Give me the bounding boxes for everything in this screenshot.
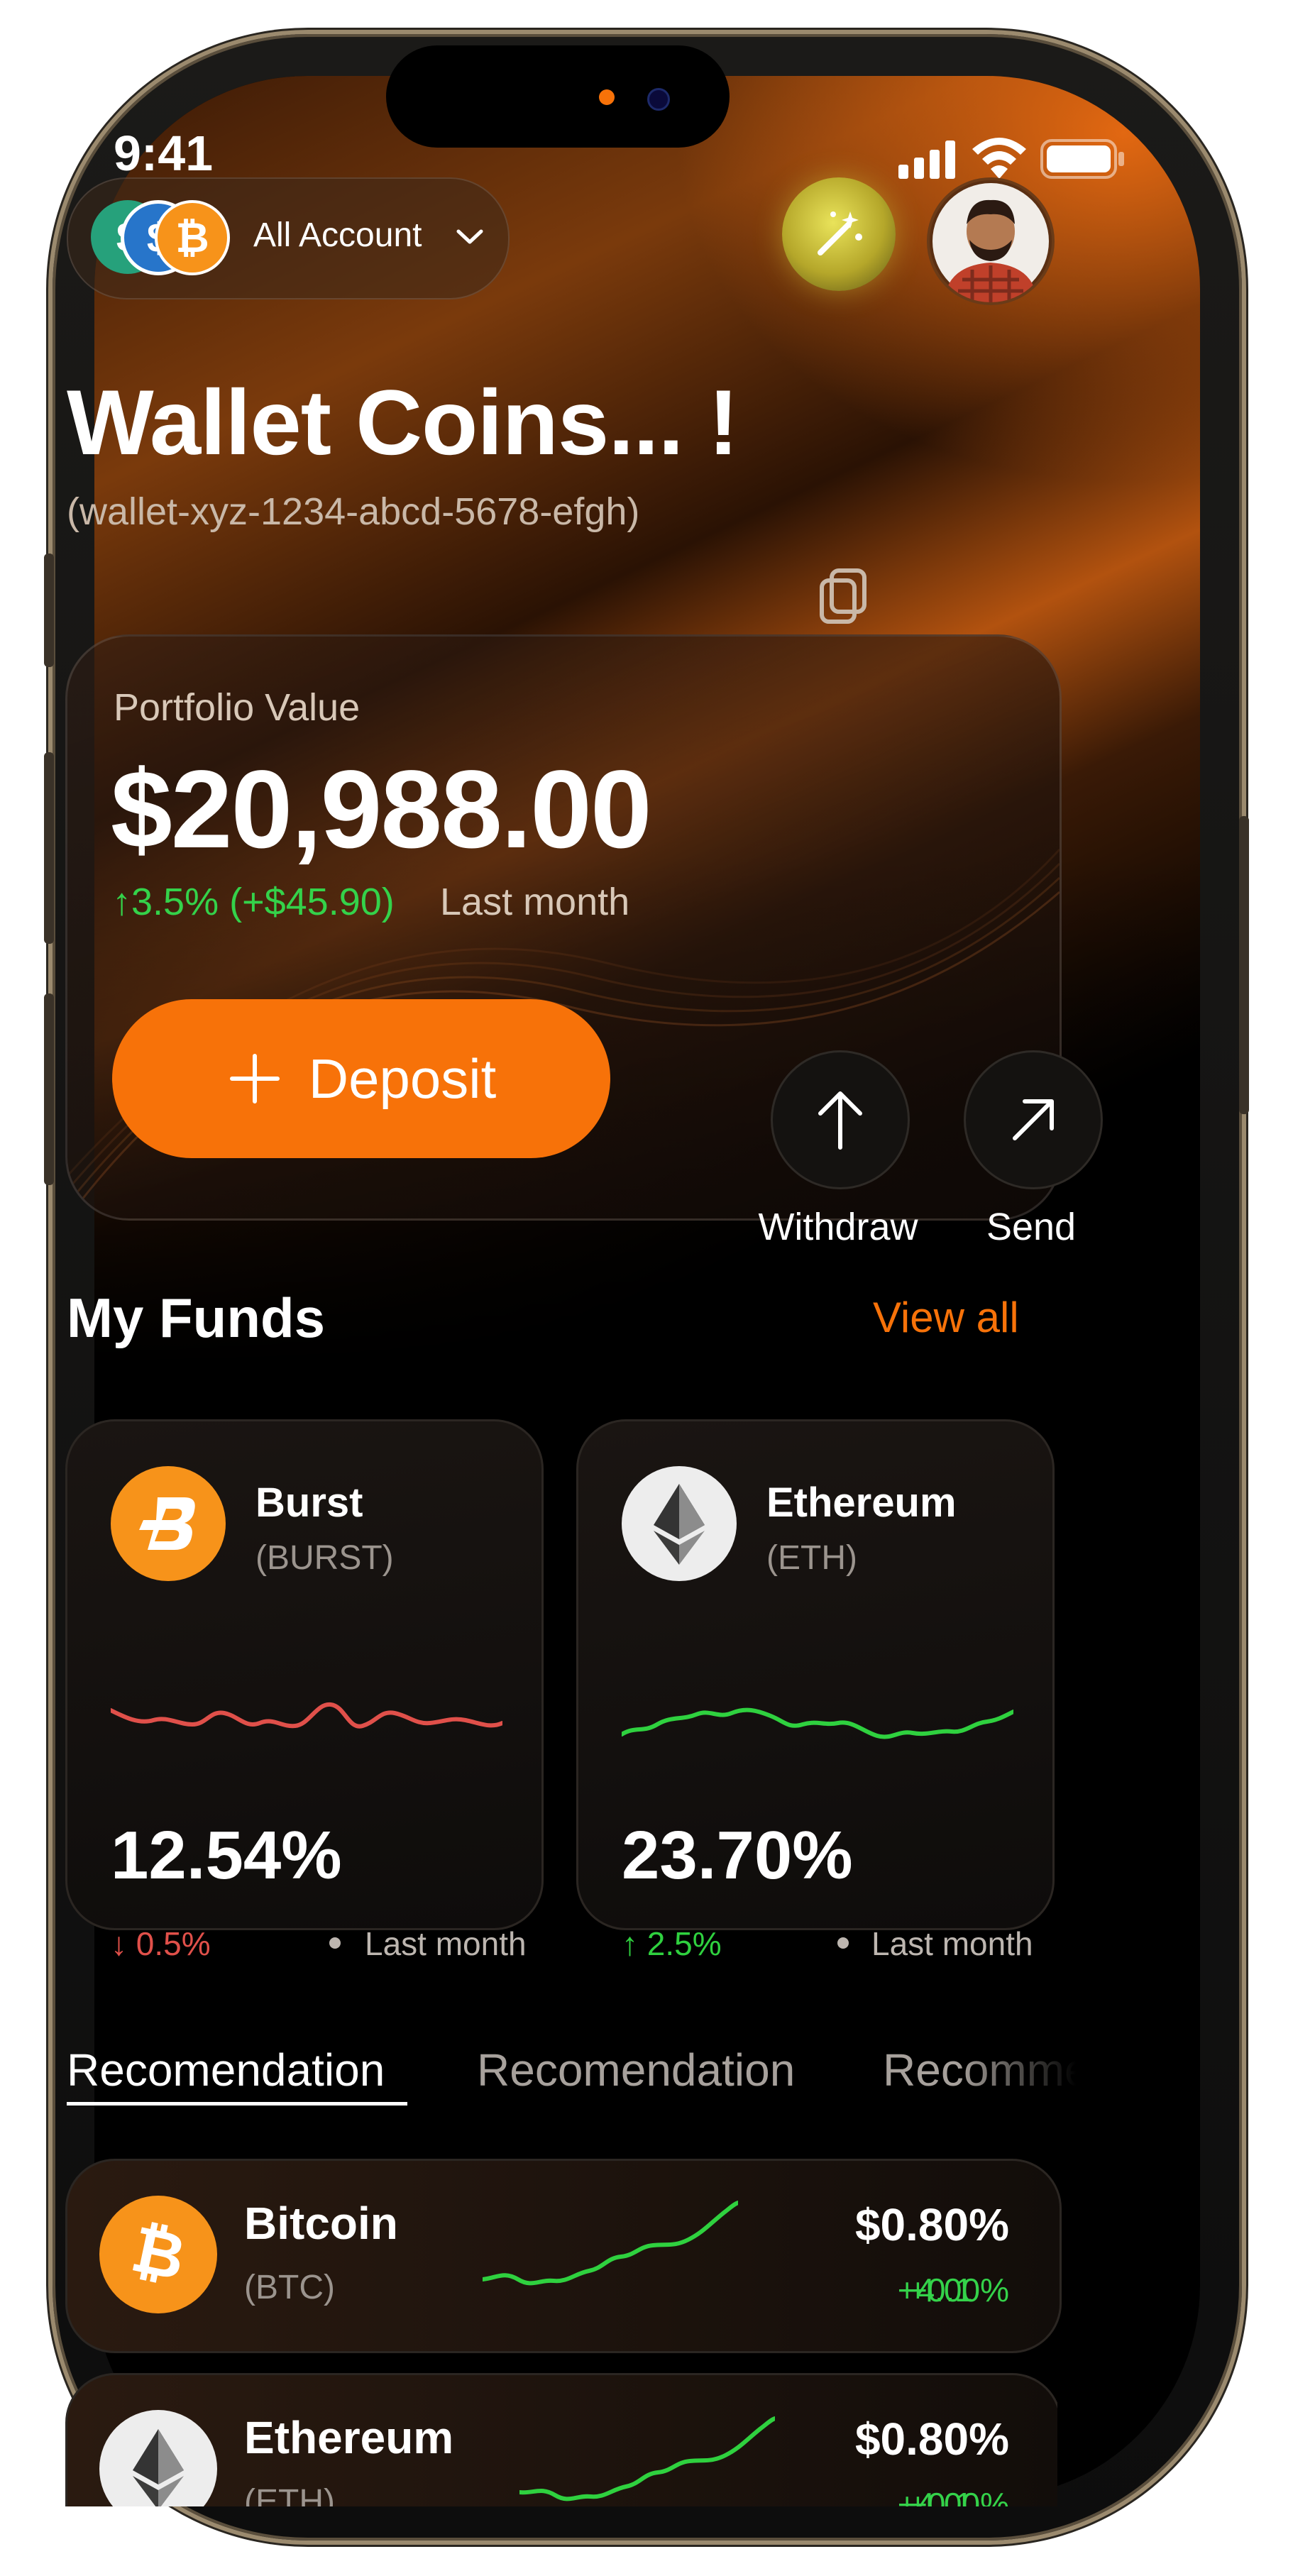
separator-dot bbox=[837, 1937, 849, 1949]
magic-wand-icon bbox=[818, 211, 862, 255]
cellular-signal-icon bbox=[898, 141, 958, 179]
wallet-address: (wallet-xyz-1234-abcd-5678-efgh) bbox=[67, 490, 640, 533]
coin-name: Bitcoin bbox=[244, 2198, 398, 2249]
arrow-up-icon bbox=[818, 1091, 862, 1150]
profile-avatar[interactable] bbox=[927, 177, 1055, 305]
volume-up-button bbox=[44, 752, 54, 944]
ethereum-trend-sparkline bbox=[620, 1689, 1016, 1774]
portfolio-value: $20,988.00 bbox=[111, 748, 652, 871]
deposit-button[interactable]: Deposit bbox=[112, 999, 610, 1158]
privacy-indicator-icon bbox=[599, 89, 615, 105]
withdraw-label: Withdraw bbox=[758, 1206, 918, 1248]
portfolio-label: Portfolio Value bbox=[114, 686, 361, 729]
magic-wand-button[interactable] bbox=[782, 177, 896, 291]
separator-dot bbox=[329, 1937, 341, 1949]
coin-change-abs: +0.1 bbox=[908, 2272, 973, 2308]
portfolio-change: ↑3.5% (+$45.90) bbox=[112, 881, 395, 923]
fund-symbol: (BURST) bbox=[255, 1539, 394, 1577]
coin-name: Ethereum bbox=[244, 2412, 454, 2463]
fund-name: Burst bbox=[255, 1480, 363, 1526]
coin-change-abs: +0.1 bbox=[908, 2486, 973, 2506]
svg-text:₿: ₿ bbox=[126, 2216, 192, 2294]
bitcoin-icon: ₿ bbox=[155, 200, 230, 275]
fund-change: ↓ 0.5% bbox=[111, 1925, 211, 1962]
burst-trend-sparkline bbox=[109, 1689, 505, 1774]
coin-price: $0.80% bbox=[854, 2413, 1009, 2465]
my-funds-title: My Funds bbox=[67, 1287, 325, 1349]
chevron-down-icon bbox=[454, 227, 485, 247]
fund-name: Ethereum bbox=[766, 1480, 957, 1526]
tab-scroll-fade bbox=[958, 2030, 1106, 2115]
tab-recommendation-1[interactable]: Recomendation bbox=[67, 2044, 385, 2096]
coin-price: $0.80% bbox=[854, 2199, 1009, 2250]
portfolio-period: Last month bbox=[440, 881, 630, 923]
withdraw-button[interactable] bbox=[771, 1050, 910, 1189]
fund-period: Last month bbox=[365, 1925, 527, 1962]
fund-change: ↑ 2.5% bbox=[622, 1925, 722, 1962]
fund-percent: 12.54% bbox=[111, 1817, 342, 1893]
page-title: Wallet Coins... ! bbox=[67, 370, 739, 474]
fund-percent: 23.70% bbox=[622, 1817, 853, 1893]
tab-active-indicator bbox=[67, 2102, 407, 2106]
power-button bbox=[1239, 816, 1249, 1114]
arrow-up-right-icon bbox=[1013, 1099, 1054, 1140]
bitcoin-icon: ₿ bbox=[99, 2196, 217, 2313]
camera-icon bbox=[647, 88, 670, 111]
fund-symbol: (ETH) bbox=[766, 1539, 857, 1577]
volume-down-button bbox=[44, 993, 54, 1185]
status-time: 9:41 bbox=[114, 126, 214, 181]
plus-icon bbox=[229, 1054, 280, 1103]
send-button[interactable] bbox=[964, 1050, 1103, 1189]
wifi-icon bbox=[971, 138, 1028, 179]
list-item-ethereum-clip: Ethereum (ETH) $0.80% +4.00% +0.1 bbox=[65, 2373, 1057, 2506]
burst-coin-icon bbox=[111, 1466, 226, 1581]
coin-symbol: (BTC) bbox=[244, 2269, 335, 2306]
send-label: Send bbox=[986, 1206, 1077, 1248]
bitcoin-trend-sparkline bbox=[480, 2200, 740, 2292]
action-button bbox=[44, 554, 54, 667]
account-selector-label: All Account bbox=[253, 216, 422, 254]
deposit-button-label: Deposit bbox=[308, 1047, 497, 1110]
tab-recommendation-2[interactable]: Recomendation bbox=[477, 2044, 795, 2096]
fund-period: Last month bbox=[871, 1925, 1033, 1962]
ethereum-coin-icon bbox=[622, 1466, 737, 1581]
view-all-link[interactable]: View all bbox=[873, 1293, 1019, 1342]
coin-symbol: (ETH) bbox=[244, 2483, 335, 2506]
copy-icon[interactable] bbox=[818, 568, 869, 624]
battery-icon bbox=[1040, 139, 1126, 179]
dynamic-island bbox=[386, 45, 730, 148]
